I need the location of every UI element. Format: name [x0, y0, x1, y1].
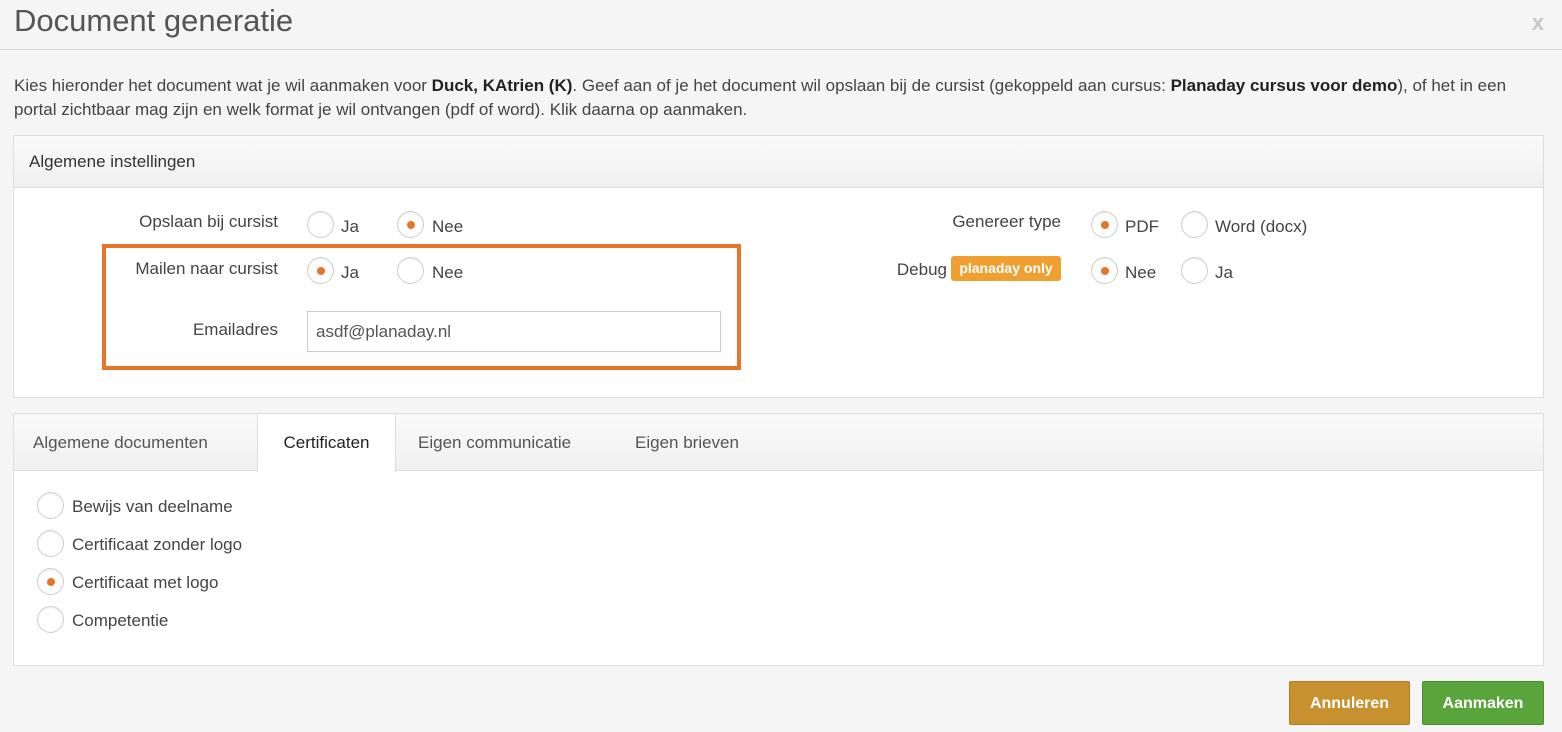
documents-panel: Algemene documenten Certificaten Eigen c… — [13, 413, 1544, 666]
general-settings-panel: Algemene instellingen Opslaan bij cursis… — [13, 135, 1544, 398]
email-label: Emailadres — [192, 320, 278, 339]
doc-label-competentie: Competentie — [72, 611, 169, 630]
planaday-only-badge: planaday only — [951, 256, 1061, 281]
type-label: Genereer type — [952, 212, 1061, 231]
save-label: Opslaan bij cursist — [139, 212, 278, 231]
debug-yes-label: Ja — [1215, 263, 1233, 282]
doc-radio-zonder-logo[interactable] — [37, 530, 64, 557]
save-no-label: Nee — [432, 217, 464, 236]
tab-eigen-brieven[interactable]: Eigen brieven — [635, 414, 739, 471]
debug-label: Debug — [896, 260, 947, 279]
mail-no-label: Nee — [432, 263, 464, 282]
intro-course: Planaday cursus voor demo — [1170, 76, 1398, 95]
dialog-header: Document generatie x — [0, 0, 1562, 50]
doc-radio-met-logo[interactable] — [37, 568, 64, 595]
dialog-title: Document generatie — [14, 3, 294, 38]
save-yes-radio[interactable] — [307, 211, 334, 238]
close-icon[interactable]: x — [1532, 10, 1544, 36]
type-word-radio[interactable] — [1181, 211, 1208, 238]
type-word-label: Word (docx) — [1215, 217, 1308, 236]
intro-text: Kies hieronder het document wat je wil a… — [14, 74, 1549, 122]
create-button[interactable]: Aanmaken — [1422, 681, 1544, 725]
doc-label-bewijs: Bewijs van deelname — [72, 497, 233, 516]
general-settings-heading: Algemene instellingen — [14, 136, 1543, 188]
doc-label-met-logo: Certificaat met logo — [72, 573, 219, 592]
document-tabbar: Algemene documenten Certificaten Eigen c… — [14, 414, 1543, 472]
mail-yes-radio[interactable] — [307, 257, 334, 284]
email-field[interactable] — [307, 311, 721, 352]
debug-yes-radio[interactable] — [1181, 257, 1208, 284]
debug-no-radio[interactable] — [1091, 257, 1118, 284]
intro-part2: . Geef aan of je het document wil opslaa… — [572, 76, 1171, 95]
tab-algemene-documenten[interactable]: Algemene documenten — [33, 414, 208, 471]
doc-label-zonder-logo: Certificaat zonder logo — [72, 535, 243, 554]
cancel-button[interactable]: Annuleren — [1289, 681, 1410, 725]
intro-student: Duck, KAtrien (K) — [431, 76, 573, 95]
save-yes-label: Ja — [341, 217, 359, 236]
tab-certificaten[interactable]: Certificaten — [257, 414, 396, 472]
intro-part1: Kies hieronder het document wat je wil a… — [14, 76, 432, 95]
save-no-radio[interactable] — [397, 211, 424, 238]
mail-no-radio[interactable] — [397, 257, 424, 284]
doc-radio-bewijs[interactable] — [37, 492, 64, 519]
mail-label: Mailen naar cursist — [135, 259, 278, 278]
doc-radio-competentie[interactable] — [37, 606, 64, 633]
tab-eigen-communicatie[interactable]: Eigen communicatie — [418, 414, 571, 471]
mail-yes-label: Ja — [341, 263, 359, 282]
type-pdf-label: PDF — [1125, 217, 1159, 236]
type-pdf-radio[interactable] — [1091, 211, 1118, 238]
debug-no-label: Nee — [1125, 263, 1157, 282]
